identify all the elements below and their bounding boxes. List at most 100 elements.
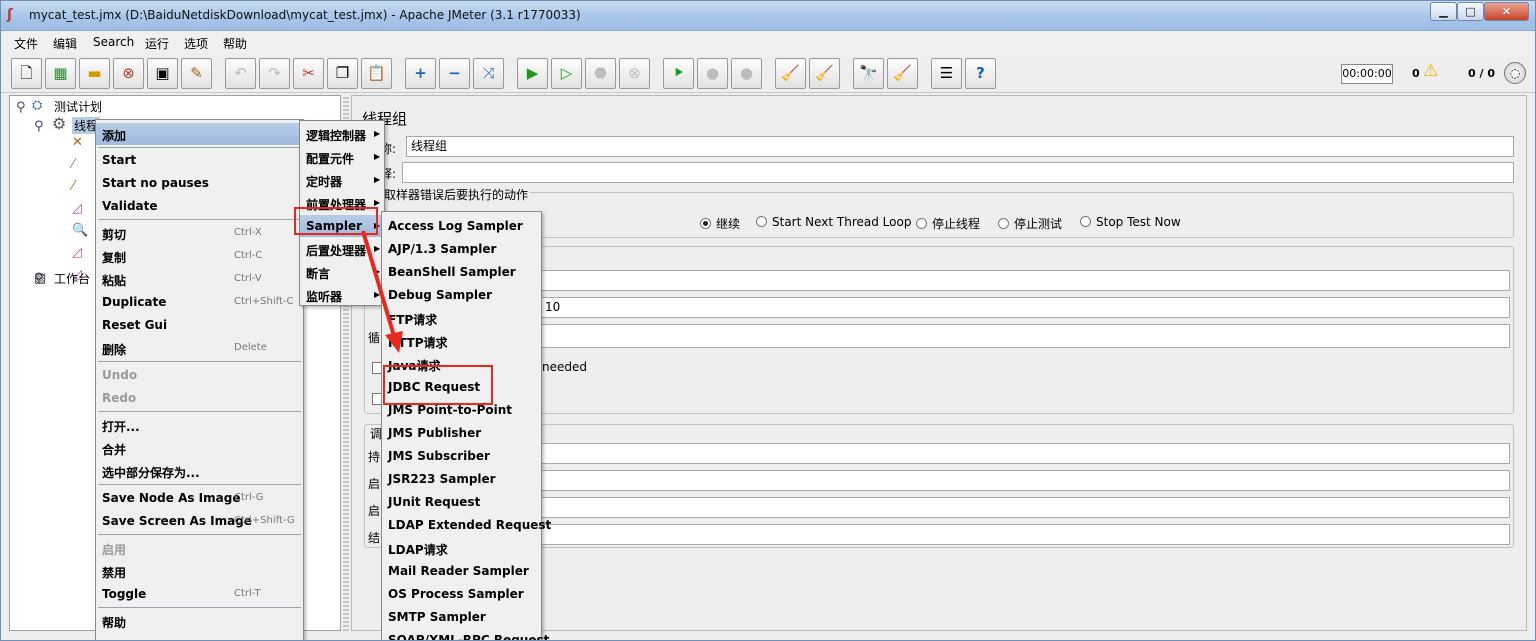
ctx-item-toggle[interactable]: Toggle Ctrl-T <box>96 583 303 605</box>
help-icon[interactable]: ? <box>965 58 996 89</box>
menu-options[interactable]: 选项 <box>184 35 208 52</box>
comment-input[interactable] <box>402 162 1514 183</box>
ctx-item-enable[interactable]: 启用 <box>96 537 303 559</box>
radio-stop-thread[interactable]: 停止线程 <box>916 215 980 232</box>
remote-start-icon[interactable]: ⯈ <box>663 58 694 89</box>
sampler-item[interactable]: SMTP Sampler <box>382 605 541 628</box>
ctx-item-open[interactable]: 打开... <box>96 414 303 436</box>
remote-status-icon[interactable]: ◌ <box>1504 62 1526 84</box>
minimize-button[interactable]: ▁ <box>1430 2 1457 21</box>
ctx-item-undo[interactable]: Undo <box>96 364 303 386</box>
radio-continue[interactable]: 继续 <box>700 215 740 232</box>
ctx-item-save-selection[interactable]: 选中部分保存为... <box>96 460 303 482</box>
undo-icon[interactable]: ↶ <box>225 58 256 89</box>
sampler-item[interactable]: Debug Sampler <box>382 283 541 306</box>
tree-handle-icon[interactable]: ⚲ <box>16 101 26 114</box>
shutdown-icon[interactable]: ⊗ <box>619 58 650 89</box>
threads-input[interactable] <box>540 270 1510 291</box>
radio-dot[interactable] <box>700 218 711 229</box>
radio-dot[interactable] <box>1080 216 1091 227</box>
ctx-item-redo[interactable]: Redo <box>96 387 303 409</box>
sampler-item[interactable]: Mail Reader Sampler <box>382 559 541 582</box>
sampler-item[interactable]: JSR223 Sampler <box>382 467 541 490</box>
radio-dot[interactable] <box>998 218 1009 229</box>
menu-search[interactable]: Search <box>93 35 134 49</box>
ramp-up-input[interactable]: 10 <box>540 297 1510 318</box>
ctx-item-copy[interactable]: 复制 Ctrl-C <box>96 245 303 267</box>
remote-stop-icon[interactable]: ● <box>697 58 728 89</box>
sampler-item[interactable]: LDAP Extended Request <box>382 513 551 536</box>
search-icon[interactable]: 🔭 <box>853 58 884 89</box>
menu-edit[interactable]: 编辑 <box>53 35 77 52</box>
radio-start-next-loop[interactable]: Start Next Thread Loop <box>756 215 911 229</box>
loop-input[interactable] <box>540 324 1510 348</box>
ctx-item-validate[interactable]: Validate <box>96 195 303 217</box>
collapse-icon[interactable]: − <box>439 58 470 89</box>
submenu-assertion[interactable]: 断言 ▶ <box>300 261 384 283</box>
menu-run[interactable]: 运行 <box>145 35 169 52</box>
ctx-item-paste[interactable]: 粘贴 Ctrl-V <box>96 268 303 290</box>
sampler-item[interactable]: JMS Subscriber <box>382 444 541 467</box>
startup-delay-input[interactable] <box>540 470 1510 491</box>
clear-icon[interactable]: 🧹 <box>775 58 806 89</box>
sampler-item[interactable]: JMS Publisher <box>382 421 541 444</box>
sampler-item[interactable]: LDAP请求 <box>382 536 541 559</box>
toggle-icon[interactable]: ⤨ <box>473 58 504 89</box>
stop-icon[interactable]: ⬣ <box>585 58 616 89</box>
close-button[interactable]: ✕ <box>1484 2 1529 21</box>
ctx-item-start-no-pauses[interactable]: Start no pauses <box>96 172 303 194</box>
warning-icon[interactable]: ⚠ <box>1423 63 1438 80</box>
radio-dot[interactable] <box>756 216 767 227</box>
ctx-item-duplicate[interactable]: Duplicate Ctrl+Shift-C <box>96 291 303 313</box>
sampler-item[interactable]: SOAP/XML-RPC Request <box>382 628 549 640</box>
start-time-input[interactable] <box>540 497 1510 518</box>
ctx-item-disable[interactable]: 禁用 <box>96 560 303 582</box>
sampler-item[interactable]: JUnit Request <box>382 490 541 513</box>
duration-input[interactable] <box>540 443 1510 464</box>
name-input[interactable]: 线程组 <box>406 136 1514 157</box>
save-as-icon[interactable]: ✎ <box>181 58 212 89</box>
title-bar[interactable]: ʃ mycat_test.jmx (D:\BaiduNetdiskDownloa… <box>1 1 1535 31</box>
sampler-item[interactable]: BeanShell Sampler <box>382 260 541 283</box>
copy-icon[interactable]: ❐ <box>327 58 358 89</box>
sampler-item[interactable]: HTTP请求 <box>382 329 541 352</box>
menu-help[interactable]: 帮助 <box>223 35 247 52</box>
ctx-item-start[interactable]: Start <box>96 149 303 171</box>
open-icon[interactable]: ▬ <box>79 58 110 89</box>
sampler-item[interactable]: AJP/1.3 Sampler <box>382 237 541 260</box>
submenu-logic-controller[interactable]: 逻辑控制器 ▶ <box>300 123 384 145</box>
ctx-item-reset-gui[interactable]: Reset Gui <box>96 314 303 336</box>
ctx-item-save-screen-image[interactable]: Save Screen As Image Ctrl+Shift-G <box>96 510 303 532</box>
ctx-item-add[interactable]: 添加 <box>96 123 303 145</box>
function-helper-icon[interactable]: ☰ <box>931 58 962 89</box>
ctx-item-merge[interactable]: 合并 <box>96 437 303 459</box>
ctx-item-help[interactable]: 帮助 <box>96 610 303 632</box>
start-icon[interactable]: ▶ <box>517 58 548 89</box>
new-icon[interactable]: 🗋 <box>11 58 42 89</box>
ctx-item-save-node-image[interactable]: Save Node As Image Ctrl-G <box>96 487 303 509</box>
radio-stop-test-now[interactable]: Stop Test Now <box>1080 215 1181 229</box>
tree-handle-icon[interactable]: ⚲ <box>34 120 44 133</box>
save-icon[interactable]: ▣ <box>147 58 178 89</box>
paste-icon[interactable]: 📋 <box>361 58 392 89</box>
remote-shutdown-icon[interactable]: ● <box>731 58 762 89</box>
templates-icon[interactable]: ▦ <box>45 58 76 89</box>
ctx-item-cut[interactable]: 剪切 Ctrl-X <box>96 222 303 244</box>
reset-search-icon[interactable]: 🧹 <box>887 58 918 89</box>
sampler-item[interactable]: Access Log Sampler <box>382 214 541 237</box>
menu-file[interactable]: 文件 <box>14 35 38 52</box>
tree-node-workbench[interactable]: 工作台 <box>54 270 90 287</box>
expand-icon[interactable]: + <box>405 58 436 89</box>
submenu-listener[interactable]: 监听器 ▶ <box>300 284 384 306</box>
clear-all-icon[interactable]: 🧹 <box>809 58 840 89</box>
submenu-postprocessor[interactable]: 后置处理器 ▶ <box>300 238 384 260</box>
radio-stop-test[interactable]: 停止测试 <box>998 215 1062 232</box>
end-time-input[interactable] <box>540 524 1510 545</box>
submenu-config-element[interactable]: 配置元件 ▶ <box>300 146 384 168</box>
sampler-item[interactable]: OS Process Sampler <box>382 582 541 605</box>
sampler-item[interactable]: FTP请求 <box>382 306 541 329</box>
maximize-button[interactable]: □ <box>1457 2 1484 21</box>
tree-node-test-plan[interactable]: 测试计划 <box>54 98 102 115</box>
ctx-item-delete[interactable]: 删除 Delete <box>96 337 303 359</box>
submenu-timer[interactable]: 定时器 ▶ <box>300 169 384 191</box>
